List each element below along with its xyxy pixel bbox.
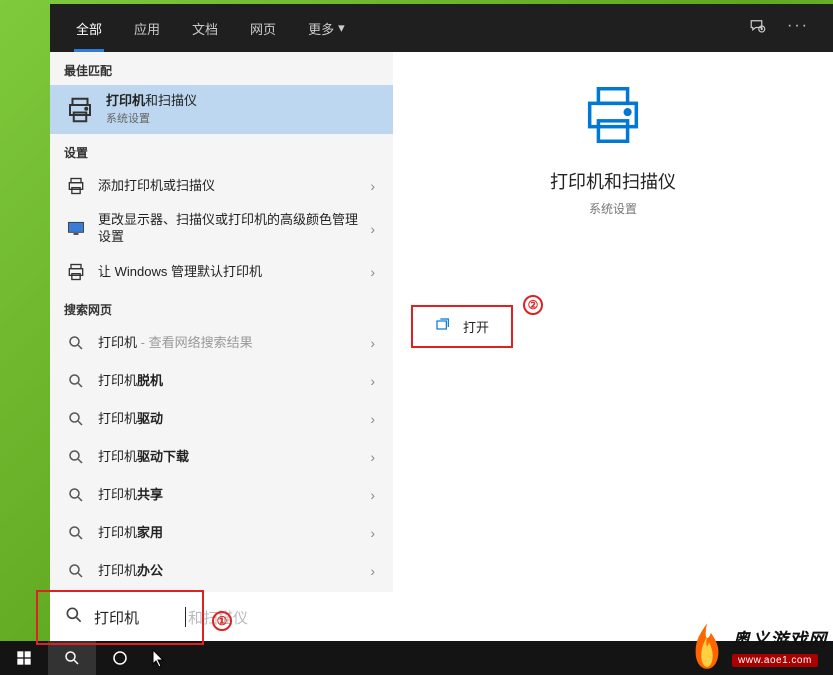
web-suggestion[interactable]: 打印机家用 › bbox=[50, 514, 393, 552]
feedback-icon[interactable] bbox=[749, 17, 767, 40]
search-panel: 全部 应用 文档 网页 更多 ▾ ··· 最佳匹配 打印机和扫描仪 系统设置 bbox=[50, 4, 833, 642]
results-list: 最佳匹配 打印机和扫描仪 系统设置 设置 添加打印机或扫描仪 › bbox=[50, 52, 393, 642]
monitor-icon bbox=[64, 217, 88, 241]
settings-item-default-printer[interactable]: 让 Windows 管理默认打印机 › bbox=[50, 253, 393, 291]
printer-icon bbox=[64, 94, 96, 126]
settings-item-color-management[interactable]: 更改显示器、扫描仪或打印机的高级颜色管理设置 › bbox=[50, 205, 393, 253]
preview-pane: 打印机和扫描仪 系统设置 打开 ② bbox=[393, 52, 833, 642]
tab-more-label: 更多 bbox=[308, 19, 334, 38]
search-icon bbox=[64, 559, 88, 583]
best-match-subtitle: 系统设置 bbox=[106, 112, 379, 126]
settings-item-label: 让 Windows 管理默认打印机 bbox=[98, 264, 366, 281]
search-icon bbox=[64, 521, 88, 545]
watermark: 奥义游戏网 www.aoe1.com bbox=[688, 621, 827, 671]
tab-docs[interactable]: 文档 bbox=[176, 5, 234, 52]
preview-title: 打印机和扫描仪 bbox=[411, 168, 815, 194]
content-area: 最佳匹配 打印机和扫描仪 系统设置 设置 添加打印机或扫描仪 › bbox=[50, 52, 833, 642]
preview-printer-icon bbox=[411, 80, 815, 150]
annotation-1: ① bbox=[212, 611, 232, 631]
chevron-right-icon: › bbox=[366, 178, 379, 194]
chevron-right-icon: › bbox=[366, 449, 379, 465]
tab-more[interactable]: 更多 ▾ bbox=[292, 5, 361, 52]
search-icon bbox=[64, 369, 88, 393]
web-suggestion[interactable]: 打印机办公 › bbox=[50, 552, 393, 590]
chevron-down-icon: ▾ bbox=[338, 20, 345, 36]
chevron-right-icon: › bbox=[366, 221, 379, 237]
tabs-bar: 全部 应用 文档 网页 更多 ▾ ··· bbox=[50, 4, 833, 52]
chevron-right-icon: › bbox=[366, 373, 379, 389]
cortana-button[interactable] bbox=[96, 641, 144, 675]
search-icon bbox=[64, 605, 84, 630]
more-options-icon[interactable]: ··· bbox=[787, 17, 809, 40]
printer-icon bbox=[64, 260, 88, 284]
best-match-result[interactable]: 打印机和扫描仪 系统设置 bbox=[50, 85, 393, 134]
text-cursor bbox=[185, 607, 186, 627]
chevron-right-icon: › bbox=[366, 487, 379, 503]
chevron-right-icon: › bbox=[366, 264, 379, 280]
chevron-right-icon: › bbox=[366, 525, 379, 541]
best-match-title-bold: 打印机 bbox=[106, 93, 145, 108]
settings-item-add-printer[interactable]: 添加打印机或扫描仪 › bbox=[50, 167, 393, 205]
web-suggestion[interactable]: 打印机驱动 › bbox=[50, 400, 393, 438]
web-suggestion[interactable]: 打印机 - 查看网络搜索结果 › bbox=[50, 324, 393, 362]
open-button[interactable]: 打开 bbox=[411, 305, 513, 348]
search-icon bbox=[64, 407, 88, 431]
taskbar-search-button[interactable] bbox=[48, 641, 96, 675]
start-button[interactable] bbox=[0, 641, 48, 675]
search-icon bbox=[64, 331, 88, 355]
tab-all[interactable]: 全部 bbox=[60, 5, 118, 52]
settings-item-label: 更改显示器、扫描仪或打印机的高级颜色管理设置 bbox=[98, 212, 366, 246]
best-match-title-rest: 和扫描仪 bbox=[145, 93, 197, 108]
open-label: 打开 bbox=[463, 317, 489, 336]
watermark-url: www.aoe1.com bbox=[732, 654, 818, 667]
web-suggestion[interactable]: 打印机共享 › bbox=[50, 476, 393, 514]
search-input[interactable] bbox=[94, 609, 620, 626]
watermark-cn: 奥义游戏网 bbox=[732, 626, 827, 652]
flame-icon bbox=[688, 621, 726, 671]
tab-web[interactable]: 网页 bbox=[234, 5, 292, 52]
web-suggestion[interactable]: 打印机脱机 › bbox=[50, 362, 393, 400]
open-icon bbox=[435, 317, 451, 336]
section-best-match: 最佳匹配 bbox=[50, 52, 393, 85]
settings-item-label: 添加打印机或扫描仪 bbox=[98, 178, 366, 195]
section-search-web: 搜索网页 bbox=[50, 291, 393, 324]
section-settings: 设置 bbox=[50, 134, 393, 167]
chevron-right-icon: › bbox=[366, 411, 379, 427]
annotation-2: ② bbox=[523, 295, 543, 315]
chevron-right-icon: › bbox=[366, 335, 379, 351]
printer-icon bbox=[64, 174, 88, 198]
tab-apps[interactable]: 应用 bbox=[118, 5, 176, 52]
web-suggestion[interactable]: 打印机驱动下载 › bbox=[50, 438, 393, 476]
search-icon bbox=[64, 445, 88, 469]
search-icon bbox=[64, 483, 88, 507]
preview-subtitle: 系统设置 bbox=[411, 200, 815, 217]
search-input-row[interactable]: 和扫描仪 bbox=[50, 592, 634, 642]
chevron-right-icon: › bbox=[366, 563, 379, 579]
